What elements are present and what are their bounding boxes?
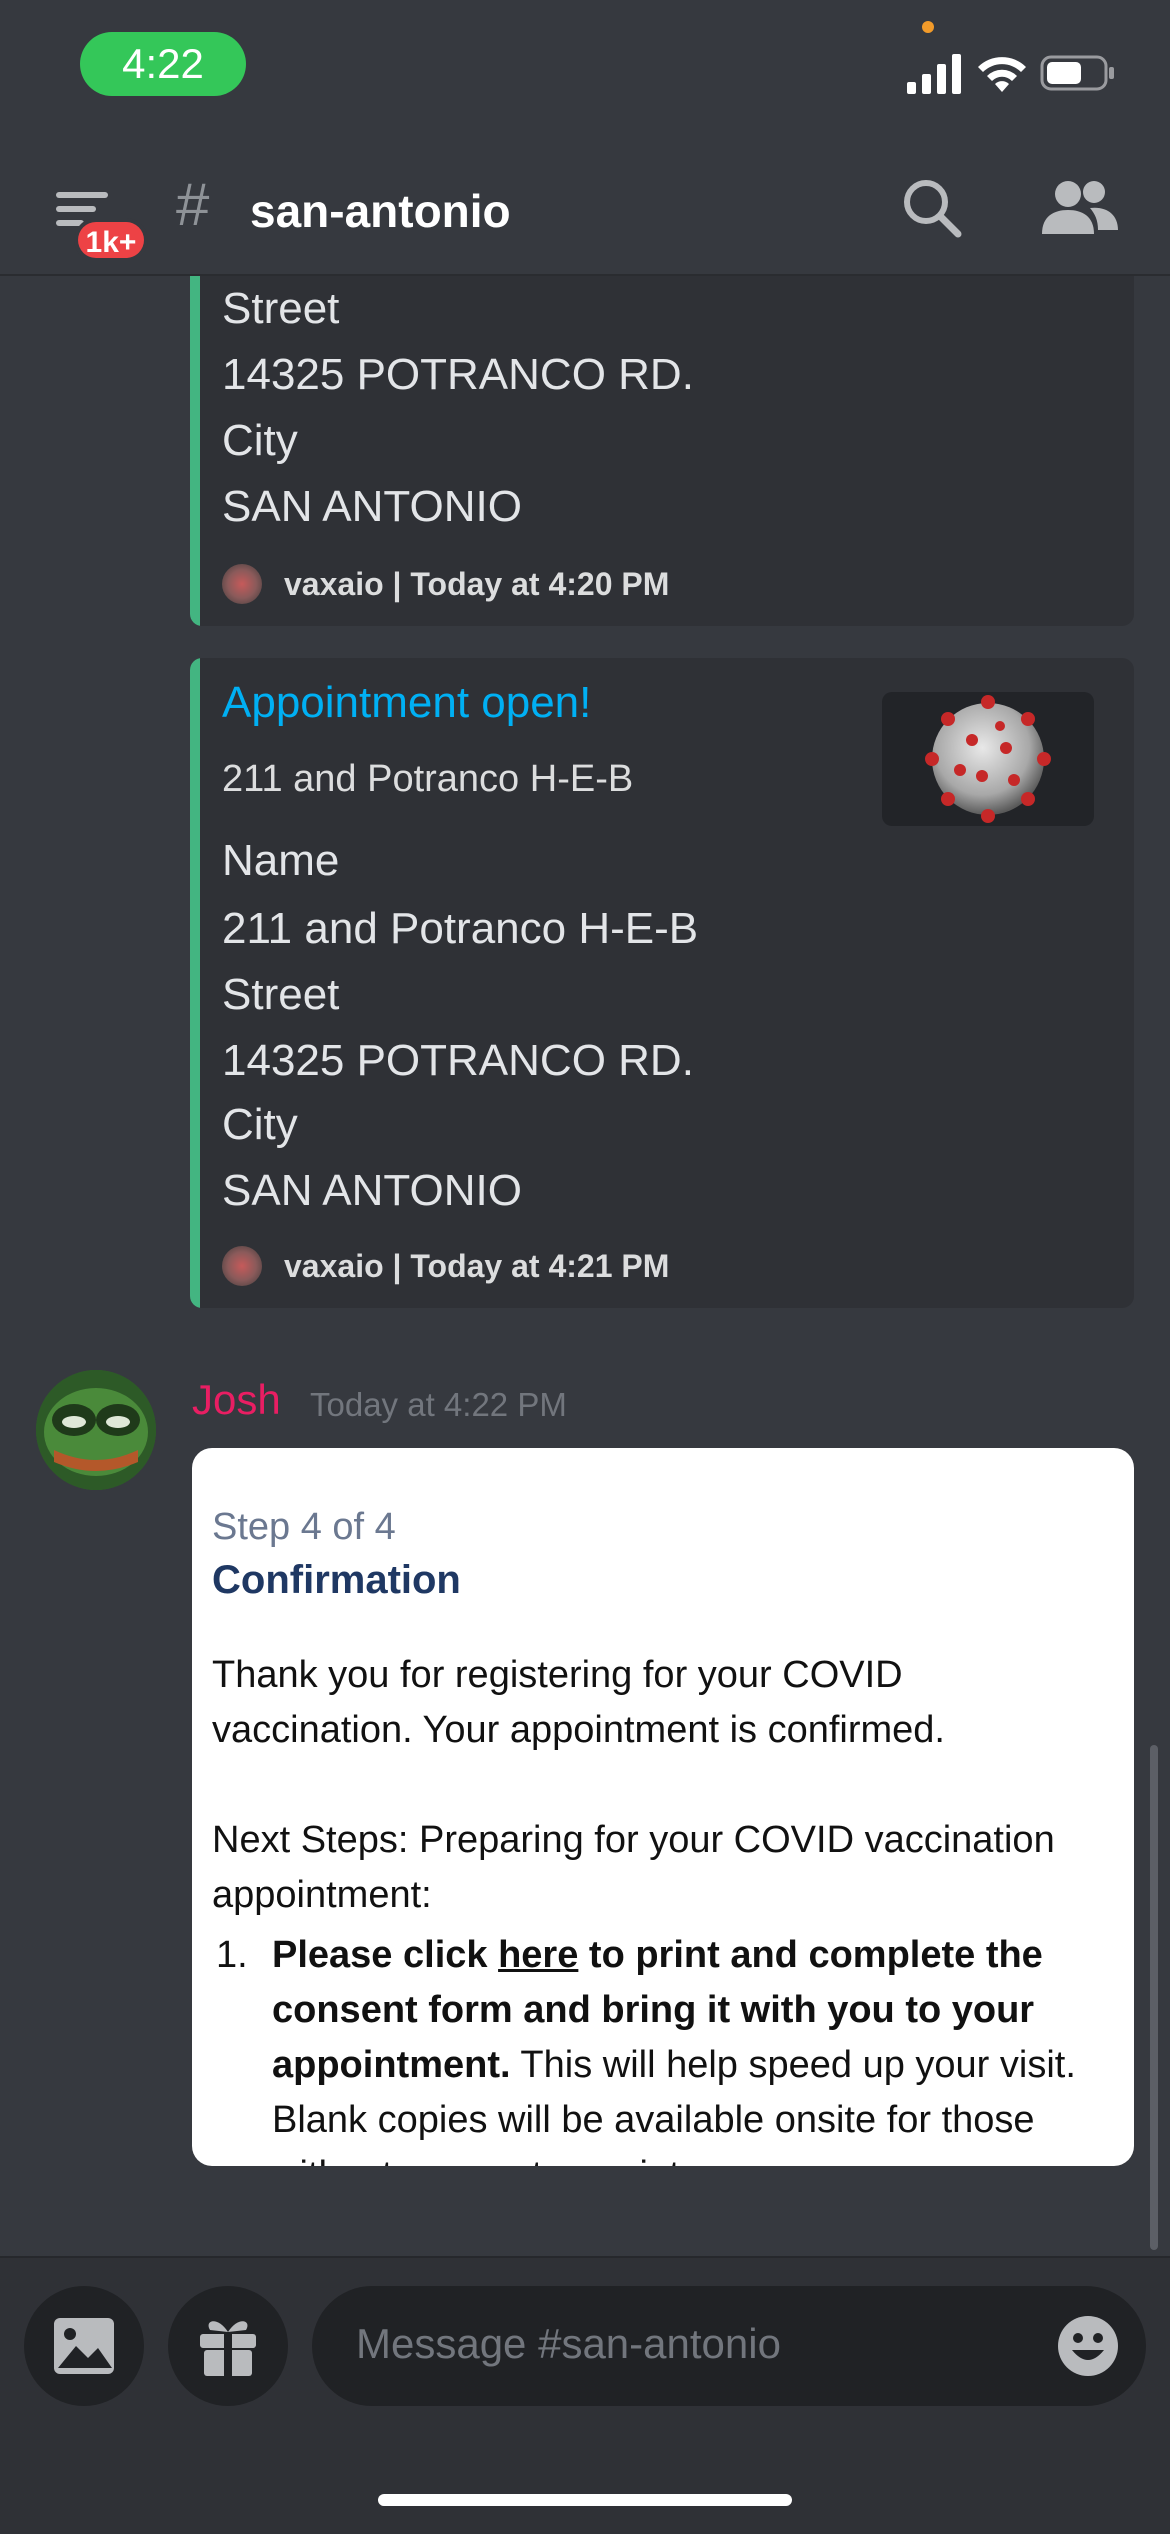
attach-image-button[interactable]	[24, 2286, 144, 2406]
embed-accent-bar	[190, 658, 200, 1308]
field-value-city: SAN ANTONIO	[222, 1166, 522, 1215]
embed-footer: vaxaio | Today at 4:20 PM	[222, 562, 669, 606]
list-item: Please click here to print and complete …	[272, 1928, 1112, 2166]
emoji-icon[interactable]	[1056, 2314, 1120, 2378]
embed-accent-bar	[190, 276, 200, 626]
field-value-name: 211 and Potranco H-E-B	[222, 904, 699, 953]
embed-subtitle: 211 and Potranco H-E-B	[222, 758, 634, 800]
pepe-avatar-image	[36, 1370, 156, 1490]
embed-footer-text: vaxaio | Today at 4:20 PM	[284, 565, 670, 602]
unread-badge: 1k+	[85, 226, 137, 259]
image-icon	[54, 2318, 114, 2374]
status-bar: 4:22	[0, 0, 1170, 140]
virus-icon	[222, 1246, 262, 1286]
embed-title[interactable]: Appointment open!	[222, 678, 591, 728]
screenshot-paragraph-2: Next Steps: Preparing for your COVID vac…	[212, 1819, 1055, 1916]
embed-footer-text: vaxaio | Today at 4:21 PM	[284, 1247, 670, 1284]
screenshot-step-label: Step 4 of 4	[212, 1506, 396, 1548]
message-author[interactable]: Josh	[192, 1376, 281, 1424]
channel-header: 1k+ # san-antonio	[0, 140, 1170, 276]
field-value-street: 14325 POTRANCO RD.	[222, 1036, 694, 1085]
virus-thumbnail[interactable]	[882, 692, 1094, 826]
list-number: 1.	[216, 1934, 248, 1976]
embed-card-appointment: Appointment open! 211 and Potranco H-E-B	[190, 658, 1134, 1308]
battery-icon	[1040, 55, 1114, 91]
avatar[interactable]	[36, 1370, 156, 1490]
message-input-placeholder: Message #san-antonio	[356, 2320, 781, 2367]
virus-image	[925, 695, 1051, 823]
field-label-street: Street	[222, 284, 340, 333]
embed-card-previous: Street 14325 POTRANCO RD. City SAN ANTON…	[190, 276, 1134, 626]
screenshot-paragraph-1: Thank you for registering for your COVID…	[212, 1654, 945, 1751]
field-value-street: 14325 POTRANCO RD.	[222, 350, 694, 399]
privacy-indicator-dot	[922, 21, 934, 33]
field-label-city: City	[222, 416, 298, 465]
embed-footer: vaxaio | Today at 4:21 PM	[222, 1244, 669, 1288]
search-icon[interactable]	[900, 176, 964, 240]
scrollbar[interactable]	[1150, 1745, 1158, 2250]
channel-hash-icon: #	[176, 171, 210, 238]
field-label-city: City	[222, 1100, 298, 1149]
list-item-bold-start: Please click	[272, 1934, 499, 1976]
attached-screenshot[interactable]: Step 4 of 4 Confirmation Thank you for r…	[192, 1448, 1134, 2166]
signal-icon	[907, 54, 961, 94]
field-value-city: SAN ANTONIO	[222, 482, 522, 531]
field-label-name: Name	[222, 836, 340, 885]
gift-icon	[200, 2321, 256, 2376]
message-input[interactable]: Message #san-antonio	[312, 2286, 1146, 2406]
wifi-icon	[978, 57, 1026, 92]
gift-button[interactable]	[168, 2286, 288, 2406]
status-time: 4:22	[80, 32, 246, 96]
members-icon[interactable]	[1040, 176, 1120, 240]
consent-form-link[interactable]: here	[498, 1934, 578, 1976]
message-timestamp: Today at 4:22 PM	[310, 1386, 567, 1423]
channel-name[interactable]: san-antonio	[250, 184, 511, 238]
field-label-street: Street	[222, 970, 340, 1019]
virus-icon	[222, 564, 262, 604]
screenshot-heading: Confirmation	[212, 1558, 461, 1602]
home-indicator	[378, 2494, 792, 2506]
